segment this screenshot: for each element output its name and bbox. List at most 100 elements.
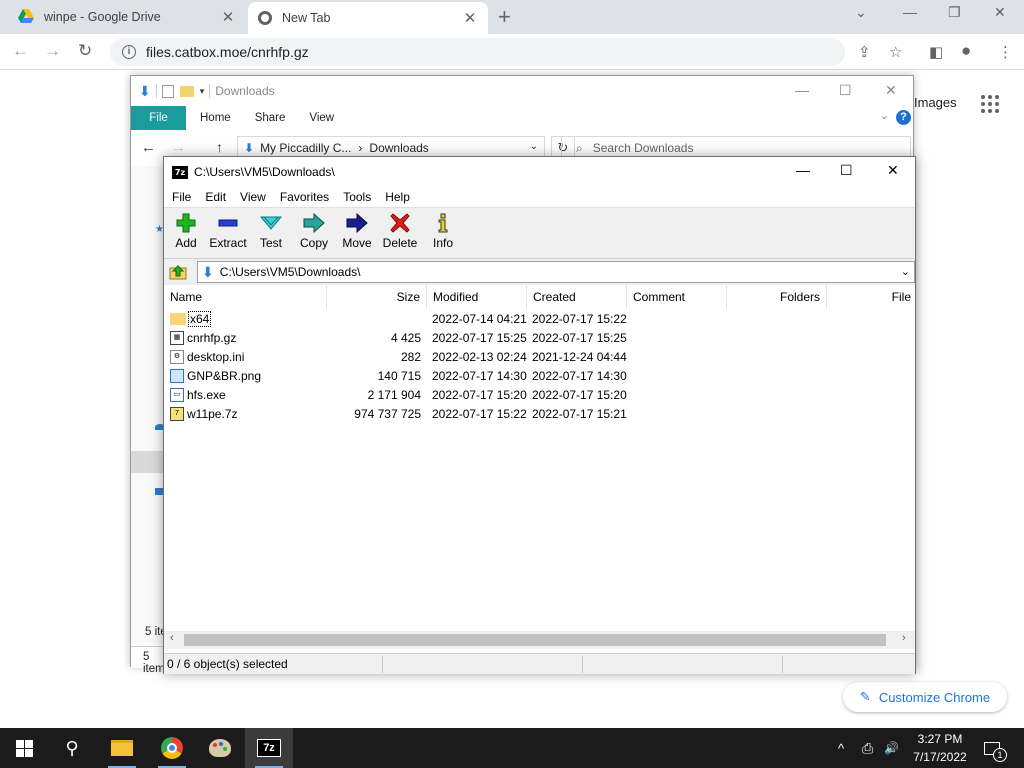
tab-google-drive[interactable]: winpe - Google Drive ✕ (8, 0, 246, 34)
quick-access-dropdown-icon[interactable]: ▾ (200, 86, 205, 97)
ribbon-file-tab[interactable]: File (131, 106, 186, 130)
menu-favorites[interactable]: Favorites (280, 190, 329, 204)
windows-taskbar: ⚲ 7z ^ ⎙ 🔊 3:27 PM 7/17/2022 1 (0, 728, 1024, 768)
file-size (327, 309, 421, 328)
customize-chrome-button[interactable]: ✎ Customize Chrome (843, 682, 1007, 712)
google-drive-icon (18, 9, 34, 25)
extract-button[interactable]: Extract (206, 212, 250, 256)
sevenzip-path-input[interactable]: ⬇ C:\Users\VM5\Downloads\ ⌄ (197, 261, 915, 283)
tab-close-icon[interactable]: ✕ (462, 9, 478, 27)
volume-icon[interactable]: 🔊 (884, 728, 899, 768)
file-row[interactable]: ▦ cnrhfp.gz 4 425 2022-07-17 15:25 2022-0… (164, 328, 915, 347)
column-header-folders[interactable]: Folders (727, 285, 827, 309)
file-row[interactable]: ▭ hfs.exe 2 171 904 2022-07-17 15:20 2022… (164, 385, 915, 404)
network-icon[interactable]: ⎙ (862, 728, 873, 768)
new-tab-button[interactable]: + (498, 4, 511, 30)
tab-new-tab[interactable]: New Tab ✕ (248, 2, 488, 34)
menu-tools[interactable]: Tools (343, 190, 371, 204)
taskbar-file-explorer[interactable] (98, 728, 146, 768)
breadcrumb-item[interactable]: Downloads (369, 141, 428, 155)
maximize-button[interactable]: ☐ (839, 82, 852, 99)
file-row[interactable]: ⚙ desktop.ini 282 2022-02-13 02:24 2021-1… (164, 347, 915, 366)
images-link[interactable]: Images (914, 95, 957, 110)
close-button[interactable]: ✕ (887, 162, 899, 179)
ribbon-tab-share[interactable]: Share (255, 112, 286, 124)
back-button[interactable]: ← (12, 41, 29, 61)
side-panel-icon[interactable]: ◧ (929, 43, 943, 61)
file-size: 2 171 904 (367, 387, 421, 402)
chevron-down-icon[interactable]: ⌄ (901, 265, 910, 278)
info-button[interactable]: Info (421, 212, 465, 256)
delete-button[interactable]: Delete (378, 212, 422, 256)
forward-button[interactable]: → (44, 41, 61, 61)
menu-view[interactable]: View (240, 190, 266, 204)
tab-close-icon[interactable]: ✕ (220, 8, 236, 26)
test-label: Test (259, 236, 282, 250)
close-button[interactable]: ✕ (885, 82, 897, 99)
notifications-button[interactable]: 1 (984, 728, 1007, 768)
horizontal-scrollbar[interactable]: ‹ › (164, 631, 915, 649)
restore-button[interactable]: ❐ (948, 4, 961, 21)
ribbon-tab-view[interactable]: View (309, 112, 334, 124)
scroll-right-icon[interactable]: › (902, 632, 906, 644)
share-icon[interactable]: ⇪ (858, 43, 871, 61)
menu-file[interactable]: File (172, 190, 191, 204)
column-header-name[interactable]: Name (164, 285, 327, 309)
file-row[interactable]: 7 w11pe.7z 974 737 725 2022-07-17 15:22 2… (164, 404, 915, 423)
ribbon-tab-home[interactable]: Home (200, 112, 231, 124)
start-button[interactable] (0, 728, 48, 768)
move-button[interactable]: Move (335, 212, 379, 256)
breadcrumb-item[interactable]: My Piccadilly C... (260, 141, 351, 155)
address-bar[interactable]: i files.catbox.moe/cnrhfp.gz (110, 38, 845, 66)
delete-label: Delete (382, 236, 418, 250)
scrollbar-thumb[interactable] (184, 634, 886, 646)
column-header-created[interactable]: Created (527, 285, 627, 309)
file-row[interactable]: GNP&BR.png 140 715 2022-07-17 14:30 2022… (164, 366, 915, 385)
taskbar-7zip[interactable]: 7z (245, 728, 293, 768)
chrome-menu-icon[interactable]: ⋮ (998, 43, 1013, 61)
notification-icon: 1 (984, 741, 1007, 762)
file-created: 2022-07-17 15:22 (532, 311, 627, 326)
menu-help[interactable]: Help (385, 190, 410, 204)
file-modified: 2022-07-14 04:21 (432, 311, 527, 326)
help-icon[interactable]: ? (896, 110, 911, 125)
column-header-modified[interactable]: Modified (427, 285, 527, 309)
minimize-button[interactable]: — (903, 4, 917, 20)
column-header-size[interactable]: Size (327, 285, 427, 309)
profile-avatar-icon[interactable]: ● (961, 41, 971, 61)
menu-edit[interactable]: Edit (205, 190, 226, 204)
folder-up-icon[interactable] (168, 262, 188, 282)
tab-search-icon[interactable]: ⌄ (855, 4, 867, 21)
maximize-button[interactable]: ☐ (840, 162, 853, 179)
site-info-icon[interactable]: i (122, 45, 136, 59)
column-header-comment[interactable]: Comment (627, 285, 727, 309)
copy-button[interactable]: Copy (292, 212, 336, 256)
file-row[interactable]: x64 2022-07-14 04:21 2022-07-17 15:22 (164, 309, 915, 328)
chrome-icon (258, 11, 272, 25)
taskbar-clock[interactable]: 3:27 PM 7/17/2022 (906, 730, 974, 766)
test-button[interactable]: Test (249, 212, 293, 256)
taskbar-chrome[interactable] (148, 728, 196, 768)
new-folder-icon[interactable] (179, 85, 194, 97)
minimize-button[interactable]: — (796, 162, 810, 178)
archive-file-icon: ▦ (170, 330, 184, 345)
ribbon-expand-icon[interactable]: ⌄ (880, 109, 889, 122)
back-button[interactable]: ← (141, 139, 156, 156)
minimize-button[interactable]: — (795, 82, 809, 98)
file-modified: 2022-07-17 14:30 (432, 368, 527, 383)
column-header-files[interactable]: File (827, 285, 915, 309)
properties-icon[interactable] (161, 84, 174, 98)
chevron-down-icon[interactable]: ⌄ (530, 141, 538, 152)
show-hidden-icons-button[interactable]: ^ (838, 728, 844, 768)
reload-button[interactable]: ↻ (78, 41, 92, 61)
close-button[interactable]: ✕ (994, 4, 1006, 21)
up-arrow-icon[interactable]: ↑ (216, 139, 223, 155)
add-button[interactable]: Add (164, 212, 208, 256)
bookmark-star-icon[interactable]: ☆ (889, 43, 902, 61)
apps-grid-icon[interactable] (981, 95, 999, 113)
taskbar-search-button[interactable]: ⚲ (48, 728, 96, 768)
scroll-left-icon[interactable]: ‹ (170, 632, 174, 644)
taskbar-paint[interactable] (196, 728, 244, 768)
forward-button[interactable]: → (171, 139, 186, 156)
file-name: w11pe.7z (187, 406, 238, 421)
